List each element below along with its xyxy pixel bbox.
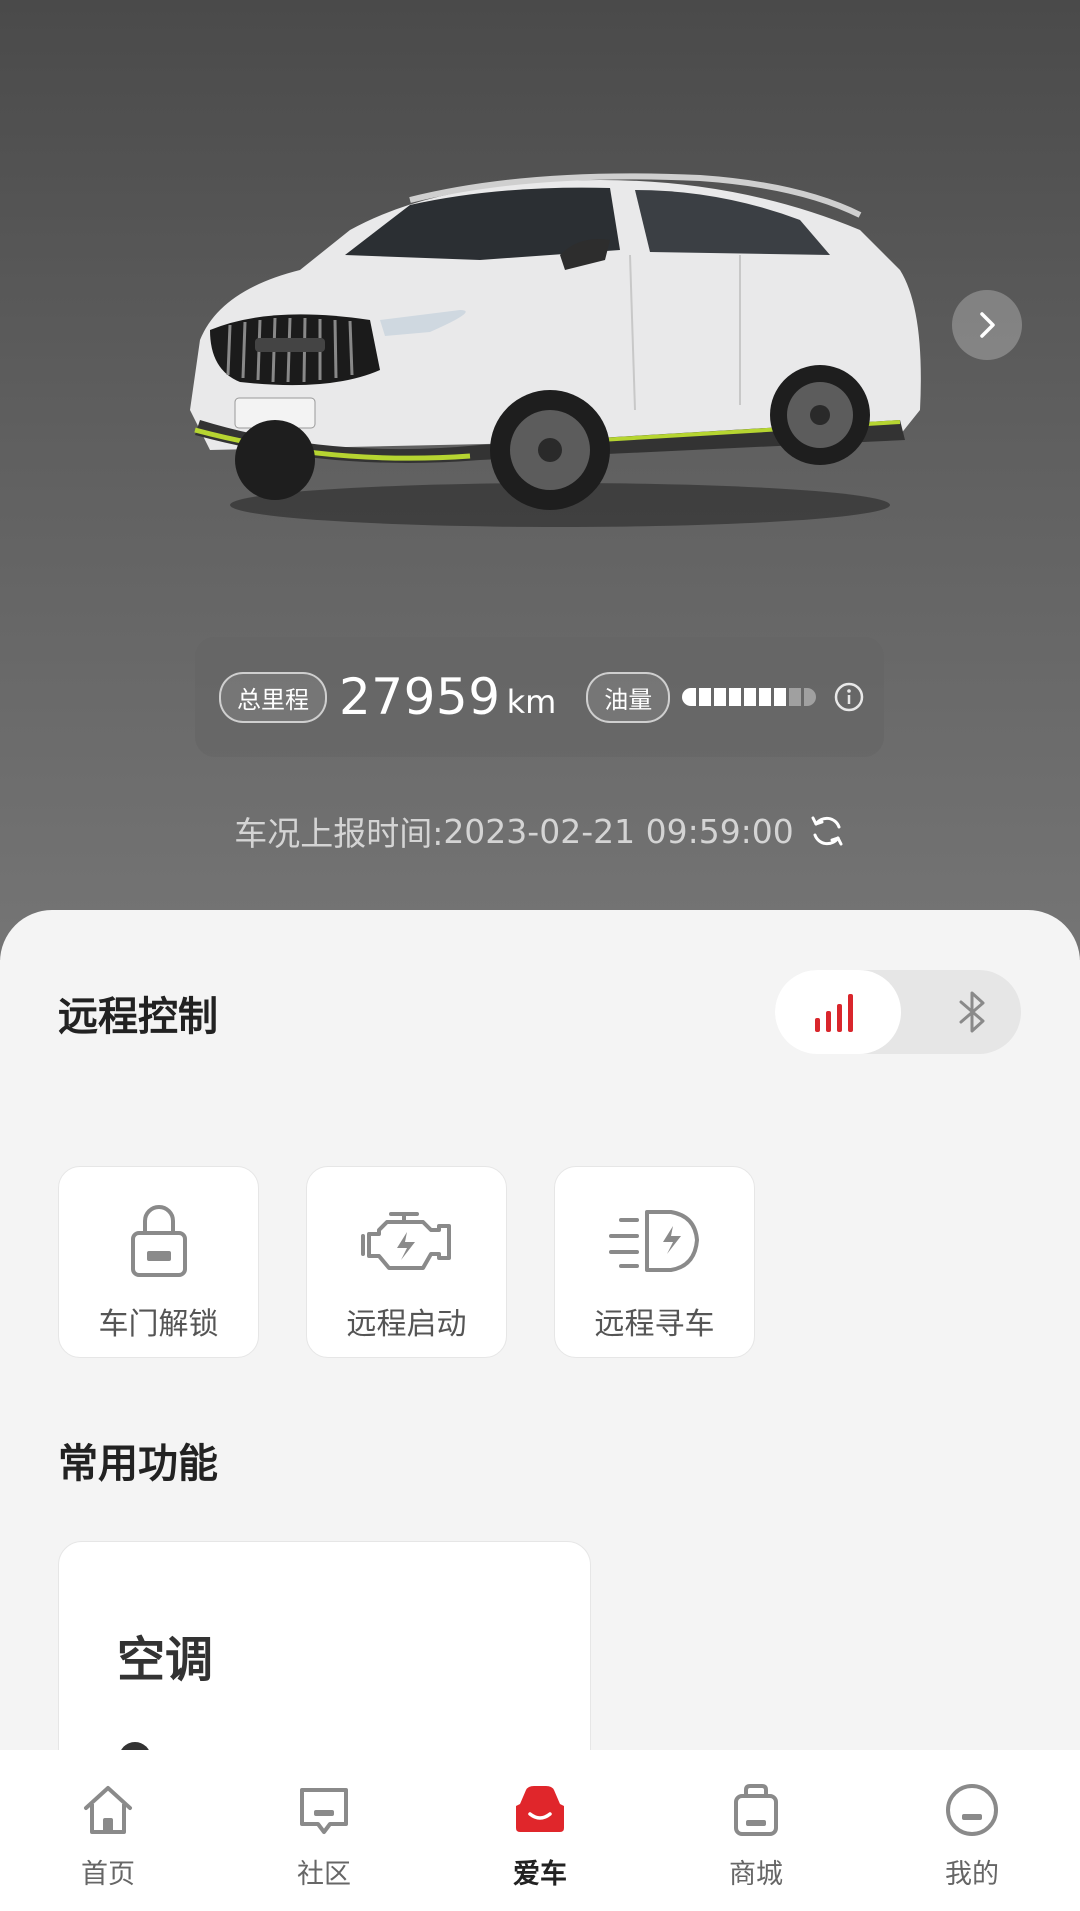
- bluetooth-mode-button[interactable]: [925, 970, 1021, 1054]
- tab-shop[interactable]: 商城: [648, 1750, 864, 1911]
- bluetooth-icon: [959, 991, 985, 1033]
- tab-home[interactable]: 首页: [0, 1750, 216, 1911]
- info-icon[interactable]: [833, 681, 865, 713]
- mileage-label: 总里程: [219, 671, 327, 723]
- home-icon: [78, 1778, 138, 1842]
- fuel-segment: [682, 688, 697, 706]
- fuel-gauge: [682, 688, 819, 706]
- community-icon: [294, 1778, 354, 1842]
- tab-shop-label: 商城: [729, 1859, 783, 1890]
- tab-car[interactable]: 爱车: [432, 1750, 648, 1911]
- tab-community-label: 社区: [297, 1859, 351, 1890]
- fuel-segment: [699, 688, 712, 706]
- fuel-segment: [714, 688, 727, 706]
- air-conditioning-title: 空调: [117, 1632, 214, 1688]
- door-unlock-button[interactable]: 车门解锁: [58, 1166, 259, 1358]
- next-vehicle-button[interactable]: [952, 290, 1022, 360]
- report-time-row: 车况上报时间: 2023-02-21 09:59:00: [0, 806, 1080, 856]
- remote-start-button[interactable]: 远程启动: [306, 1166, 507, 1358]
- fuel-segment: [804, 688, 817, 706]
- car-image: [180, 160, 940, 540]
- bottom-tab-bar: 首页 社区 爱车 商城 我的: [0, 1750, 1080, 1911]
- connection-toggle[interactable]: [775, 970, 1021, 1054]
- report-time-label: 车况上报时间:: [234, 814, 444, 853]
- mileage-unit: km: [506, 683, 557, 721]
- signal-icon: [815, 994, 853, 1032]
- common-functions-title: 常用功能: [58, 1441, 218, 1487]
- fuel-segment: [729, 688, 742, 706]
- chevron-right-icon: [980, 312, 995, 338]
- tab-profile[interactable]: 我的: [864, 1750, 1080, 1911]
- fuel-segment: [759, 688, 772, 706]
- fuel-segment: [744, 688, 757, 706]
- car-icon: [510, 1778, 570, 1842]
- report-time-value: 2023-02-21 09:59:00: [443, 811, 794, 851]
- profile-icon: [942, 1778, 1002, 1842]
- vehicle-stats-panel: 总里程 27959 km 油量: [195, 637, 884, 757]
- find-car-button[interactable]: 远程寻车: [554, 1166, 755, 1358]
- door-unlock-label: 车门解锁: [98, 1307, 219, 1342]
- find-car-label: 远程寻车: [594, 1307, 715, 1342]
- tab-community[interactable]: 社区: [216, 1750, 432, 1911]
- tab-home-label: 首页: [81, 1859, 135, 1890]
- refresh-icon[interactable]: [808, 812, 846, 850]
- lock-icon: [127, 1201, 191, 1281]
- hero-section: 总里程 27959 km 油量 车况上报时间: 2023-02-21 09:59…: [0, 0, 1080, 960]
- tab-profile-label: 我的: [945, 1859, 999, 1890]
- remote-start-label: 远程启动: [346, 1307, 467, 1342]
- shop-icon: [726, 1778, 786, 1842]
- headlight-icon: [607, 1201, 703, 1281]
- remote-control-title: 远程控制: [58, 994, 218, 1040]
- fuel-label: 油量: [586, 671, 671, 723]
- fuel-segment: [789, 688, 802, 706]
- tab-car-label: 爱车: [513, 1859, 567, 1890]
- engine-icon: [359, 1201, 455, 1281]
- mileage-value: 27959: [339, 668, 501, 726]
- fuel-segment: [774, 688, 787, 706]
- network-mode-button[interactable]: [775, 970, 901, 1054]
